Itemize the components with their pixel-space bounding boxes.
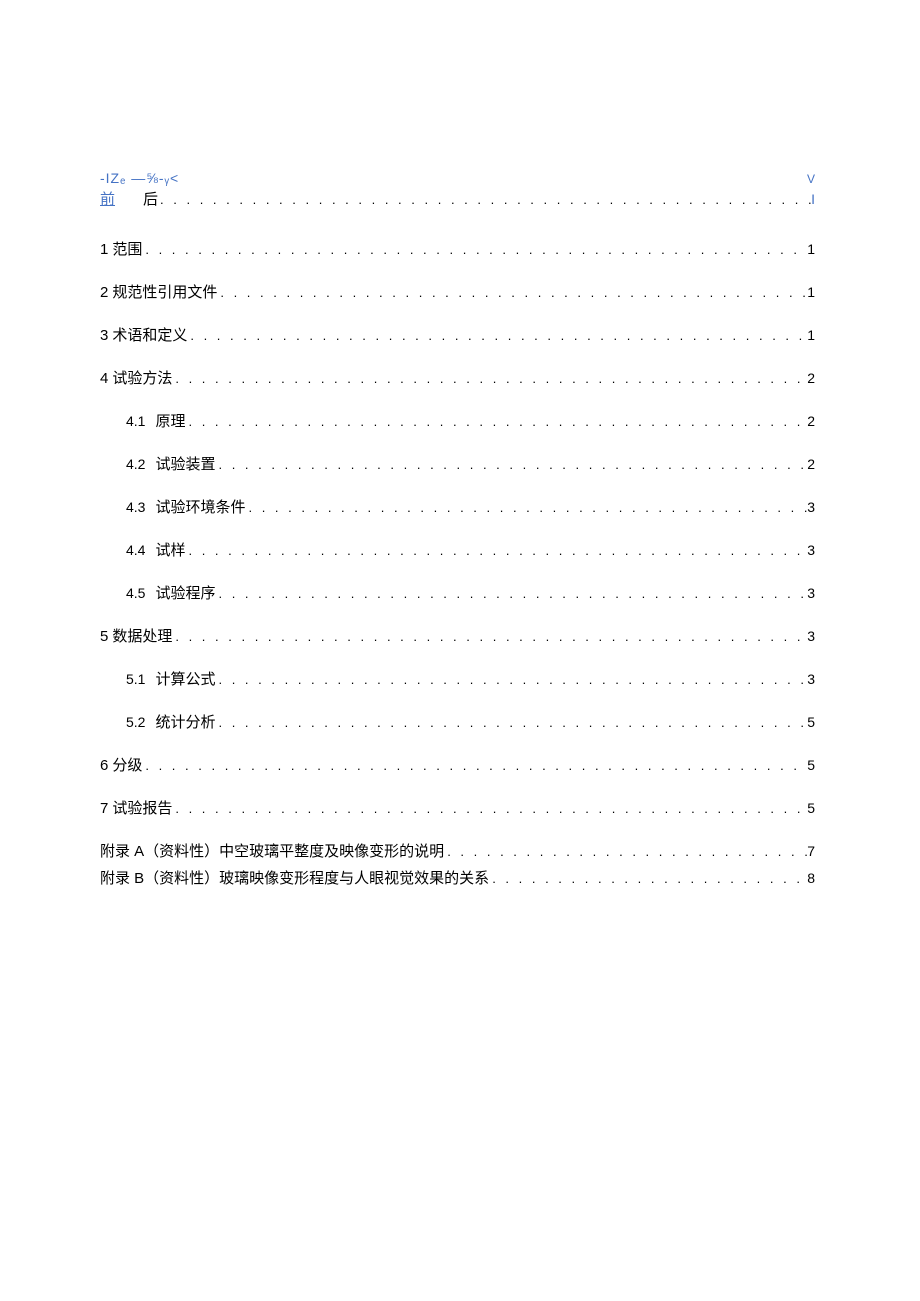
toc-leader-dots: . . . . . . . . . . . . . . . . . . . . … [158, 192, 811, 207]
toc-row: 4试验方法. . . . . . . . . . . . . . . . . .… [100, 368, 815, 389]
toc-page-number: 1 [807, 240, 815, 260]
toc-page-number: 5 [807, 713, 815, 733]
toc-preface-row: 前 后 . . . . . . . . . . . . . . . . . . … [100, 188, 815, 209]
toc-number: 4.1 [126, 412, 145, 432]
toc-page-number: 5 [807, 756, 815, 776]
preface-label-back: 后 [143, 188, 158, 209]
toc-number: 3 [100, 325, 108, 346]
toc-leader-dots: . . . . . . . . . . . . . . . . . . . . … [444, 843, 807, 861]
toc-title: 计算公式 [155, 669, 215, 690]
toc-title: 试样 [155, 540, 185, 561]
header-left-fragment: -IZₑ —⅝-ᵧ< [100, 170, 179, 186]
preface-page-number: I [811, 191, 815, 207]
toc-number: 5.1 [126, 670, 145, 690]
appendix-title: 附录 A（资料性）中空玻璃平整度及映像变形的说明 [100, 841, 444, 862]
appendix-page-number: 8 [807, 869, 815, 889]
toc-container: 1范围. . . . . . . . . . . . . . . . . . .… [100, 239, 815, 819]
appendix-row: 附录 A（资料性）中空玻璃平整度及映像变形的说明. . . . . . . . … [100, 841, 815, 862]
toc-leader-dots: . . . . . . . . . . . . . . . . . . . . … [215, 714, 807, 732]
toc-number: 4.5 [126, 584, 145, 604]
toc-leader-dots: . . . . . . . . . . . . . . . . . . . . … [185, 542, 807, 560]
toc-number: 4.4 [126, 541, 145, 561]
toc-row: 4.4 试样. . . . . . . . . . . . . . . . . .… [100, 540, 815, 561]
toc-title: 统计分析 [155, 712, 215, 733]
toc-title: 范围 [112, 239, 142, 260]
toc-title: 术语和定义 [112, 325, 187, 346]
toc-page-number: 1 [807, 326, 815, 346]
toc-page-number: 5 [807, 799, 815, 819]
toc-leader-dots: . . . . . . . . . . . . . . . . . . . . … [142, 757, 807, 775]
toc-leader-dots: . . . . . . . . . . . . . . . . . . . . … [215, 585, 807, 603]
toc-leader-dots: . . . . . . . . . . . . . . . . . . . . … [215, 671, 807, 689]
toc-number: 4.2 [126, 455, 145, 475]
appendix-title: 附录 B（资料性）玻璃映像变形程度与人眼视觉效果的关系 [100, 868, 489, 889]
toc-title: 试验方法 [112, 368, 172, 389]
toc-title: 试验报告 [112, 798, 172, 819]
appendix-row: 附录 B（资料性）玻璃映像变形程度与人眼视觉效果的关系. . . . . . .… [100, 868, 815, 889]
toc-title: 分级 [112, 755, 142, 776]
toc-page-number: 3 [807, 627, 815, 647]
toc-number: 4 [100, 368, 108, 389]
toc-title: 规范性引用文件 [112, 282, 217, 303]
header-fragment-row: -IZₑ —⅝-ᵧ< V [100, 170, 815, 186]
header-right-fragment: V [807, 172, 815, 186]
toc-page-number: 1 [807, 283, 815, 303]
toc-row: 5.2 统计分析. . . . . . . . . . . . . . . . .… [100, 712, 815, 733]
toc-leader-dots: . . . . . . . . . . . . . . . . . . . . … [245, 499, 807, 517]
toc-number: 2 [100, 282, 108, 303]
toc-row: 4.3 试验环境条件. . . . . . . . . . . . . . . .… [100, 497, 815, 518]
toc-row: 3术语和定义. . . . . . . . . . . . . . . . . … [100, 325, 815, 346]
toc-row: 4.1 原理. . . . . . . . . . . . . . . . . .… [100, 411, 815, 432]
toc-row: 7试验报告. . . . . . . . . . . . . . . . . .… [100, 798, 815, 819]
toc-page-number: 3 [807, 498, 815, 518]
toc-title: 原理 [155, 411, 185, 432]
toc-row: 1范围. . . . . . . . . . . . . . . . . . .… [100, 239, 815, 260]
appendix-page-number: 7 [807, 842, 815, 862]
toc-page-number: 3 [807, 670, 815, 690]
toc-row: 5数据处理. . . . . . . . . . . . . . . . . .… [100, 626, 815, 647]
toc-leader-dots: . . . . . . . . . . . . . . . . . . . . … [172, 628, 807, 646]
toc-number: 5 [100, 626, 108, 647]
toc-page-number: 2 [807, 369, 815, 389]
toc-title: 试验环境条件 [155, 497, 245, 518]
toc-leader-dots: . . . . . . . . . . . . . . . . . . . . … [217, 284, 807, 302]
toc-page-number: 3 [807, 541, 815, 561]
toc-page-number: 2 [807, 412, 815, 432]
toc-number: 4.3 [126, 498, 145, 518]
toc-leader-dots: . . . . . . . . . . . . . . . . . . . . … [172, 370, 807, 388]
toc-number: 6 [100, 755, 108, 776]
toc-page-number: 3 [807, 584, 815, 604]
toc-leader-dots: . . . . . . . . . . . . . . . . . . . . … [215, 456, 807, 474]
toc-title: 数据处理 [112, 626, 172, 647]
toc-number: 5.2 [126, 713, 145, 733]
toc-title: 试验装置 [155, 454, 215, 475]
preface-label-front: 前 [100, 188, 115, 209]
toc-number: 7 [100, 798, 108, 819]
toc-number: 1 [100, 239, 108, 260]
toc-title: 试验程序 [155, 583, 215, 604]
toc-row: 5.1 计算公式. . . . . . . . . . . . . . . . .… [100, 669, 815, 690]
toc-row: 4.5 试验程序. . . . . . . . . . . . . . . . .… [100, 583, 815, 604]
toc-row: 2规范性引用文件. . . . . . . . . . . . . . . . … [100, 282, 815, 303]
toc-row: 6分级. . . . . . . . . . . . . . . . . . .… [100, 755, 815, 776]
toc-leader-dots: . . . . . . . . . . . . . . . . . . . . … [172, 800, 807, 818]
toc-leader-dots: . . . . . . . . . . . . . . . . . . . . … [187, 327, 807, 345]
toc-row: 4.2 试验装置. . . . . . . . . . . . . . . . .… [100, 454, 815, 475]
toc-page-number: 2 [807, 455, 815, 475]
toc-leader-dots: . . . . . . . . . . . . . . . . . . . . … [142, 241, 807, 259]
appendix-container: 附录 A（资料性）中空玻璃平整度及映像变形的说明. . . . . . . . … [100, 841, 815, 889]
toc-leader-dots: . . . . . . . . . . . . . . . . . . . . … [489, 870, 807, 888]
toc-leader-dots: . . . . . . . . . . . . . . . . . . . . … [185, 413, 807, 431]
